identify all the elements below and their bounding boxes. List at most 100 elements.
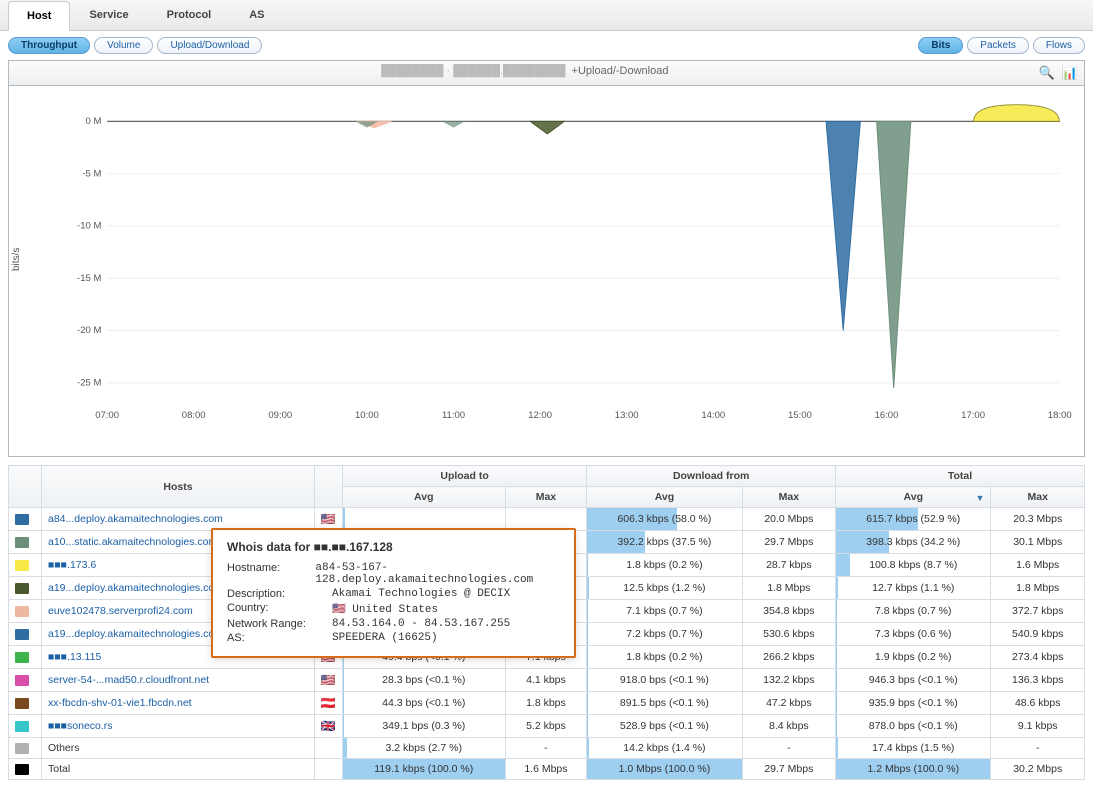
tab-protocol[interactable]: Protocol: [148, 0, 231, 30]
avg-cell: 1.9 kbps (0.2 %): [836, 646, 991, 669]
max-cell: 1.8 Mbps: [742, 577, 835, 600]
max-cell: 132.2 kbps: [742, 669, 835, 692]
avg-cell: 606.3 kbps (58.0 %): [587, 508, 742, 531]
max-cell: 372.7 kbps: [991, 600, 1085, 623]
max-cell: 47.2 kbps: [742, 692, 835, 715]
series-swatch: [15, 764, 29, 775]
avg-cell: 7.2 kbps (0.7 %): [587, 623, 742, 646]
avg-cell: 7.3 kbps (0.6 %): [836, 623, 991, 646]
whois-row: Network Range:84.53.164.0 - 84.53.167.25…: [227, 618, 560, 630]
avg-cell: 398.3 kbps (34.2 %): [836, 531, 991, 554]
max-cell: -: [991, 738, 1085, 759]
col-group: Total: [836, 466, 1085, 487]
max-cell: 9.1 kbps: [991, 715, 1085, 738]
pill-flows[interactable]: Flows: [1033, 37, 1085, 54]
stack-icon[interactable]: 📊: [1062, 65, 1078, 80]
zoom-icon[interactable]: 🔍: [1039, 65, 1055, 80]
col-avg[interactable]: Avg: [836, 487, 991, 508]
left-pill-group: ThroughputVolumeUpload/Download: [8, 37, 262, 54]
svg-text:12:00: 12:00: [528, 410, 552, 420]
pill-packets[interactable]: Packets: [967, 37, 1029, 54]
max-cell: 1.8 kbps: [505, 692, 587, 715]
table-row: ■■■soneco.rs 🇬🇧 349.1 bps (0.3 %) 5.2 kb…: [9, 715, 1085, 738]
avg-cell: 528.9 bps (<0.1 %): [587, 715, 742, 738]
pill-volume[interactable]: Volume: [94, 37, 153, 54]
top-tabs: HostServiceProtocolAS: [0, 0, 1093, 31]
svg-text:18:00: 18:00: [1048, 410, 1072, 420]
avg-cell: 946.3 bps (<0.1 %): [836, 669, 991, 692]
max-cell: 1.8 Mbps: [991, 577, 1085, 600]
max-cell: 273.4 kbps: [991, 646, 1085, 669]
host-link[interactable]: ■■■.13.115: [48, 651, 101, 663]
max-cell: -: [505, 738, 587, 759]
svg-text:17:00: 17:00: [961, 410, 985, 420]
col-avg[interactable]: Avg: [587, 487, 742, 508]
chart-title: ████████ · ██████.████████ +Upload/-Down…: [15, 65, 1035, 81]
host-link[interactable]: a19...deploy.akamaitechnologies.com: [48, 628, 223, 640]
col-avg[interactable]: Avg: [342, 487, 505, 508]
avg-cell: 1.8 kbps (0.2 %): [587, 554, 742, 577]
whois-title: Whois data for ■■.■■.167.128: [227, 540, 560, 554]
flag-cell: 🇬🇧: [314, 715, 342, 738]
avg-cell: 878.0 bps (<0.1 %): [836, 715, 991, 738]
avg-cell: 615.7 kbps (52.9 %): [836, 508, 991, 531]
host-link[interactable]: a10...static.akamaitechnologies.com: [48, 536, 217, 548]
chart-area[interactable]: bits/s 0 M-5 M-10 M-15 M-20 M-25 M07:000…: [9, 86, 1084, 456]
series-swatch: [15, 606, 29, 617]
table-row: Total 119.1 kbps (100.0 %) 1.6 Mbps 1.0 …: [9, 759, 1085, 780]
max-cell: 29.7 Mbps: [742, 759, 835, 780]
tab-service[interactable]: Service: [70, 0, 147, 30]
avg-cell: 100.8 kbps (8.7 %): [836, 554, 991, 577]
avg-cell: 392.2 kbps (37.5 %): [587, 531, 742, 554]
pill-upload-download[interactable]: Upload/Download: [157, 37, 262, 54]
col-max[interactable]: Max: [505, 487, 587, 508]
right-pill-group: BitsPacketsFlows: [918, 37, 1085, 54]
pill-throughput[interactable]: Throughput: [8, 37, 90, 54]
host-link[interactable]: euve102478.serverprofi24.com: [48, 605, 193, 617]
host-link[interactable]: a84...deploy.akamaitechnologies.com: [48, 513, 223, 525]
host-link[interactable]: ■■■.173.6: [48, 559, 96, 571]
avg-cell: 119.1 kbps (100.0 %): [342, 759, 505, 780]
avg-cell: 12.7 kbps (1.1 %): [836, 577, 991, 600]
avg-cell: 17.4 kbps (1.5 %): [836, 738, 991, 759]
avg-cell: 1.0 Mbps (100.0 %): [587, 759, 742, 780]
pill-bits[interactable]: Bits: [918, 37, 963, 54]
col-hosts[interactable]: Hosts: [42, 466, 315, 508]
col-max[interactable]: Max: [742, 487, 835, 508]
avg-cell: 1.8 kbps (0.2 %): [587, 646, 742, 669]
svg-text:-10 M: -10 M: [77, 221, 101, 231]
tab-as[interactable]: AS: [230, 0, 283, 30]
max-cell: 48.6 kbps: [991, 692, 1085, 715]
host-link[interactable]: ■■■soneco.rs: [48, 720, 113, 732]
avg-cell: 918.0 bps (<0.1 %): [587, 669, 742, 692]
host-link[interactable]: xx-fbcdn-shv-01-vie1.fbcdn.net: [48, 697, 192, 709]
series-swatch: [15, 652, 29, 663]
col-group: Upload to: [342, 466, 586, 487]
table-row: Others 3.2 kbps (2.7 %) - 14.2 kbps (1.4…: [9, 738, 1085, 759]
tab-host[interactable]: Host: [8, 1, 70, 31]
series-swatch: [15, 698, 29, 709]
svg-text:07:00: 07:00: [95, 410, 119, 420]
max-cell: 1.6 Mbps: [991, 554, 1085, 577]
avg-cell: 28.3 bps (<0.1 %): [342, 669, 505, 692]
max-cell: 30.1 Mbps: [991, 531, 1085, 554]
avg-cell: 44.3 bps (<0.1 %): [342, 692, 505, 715]
whois-row: Country:🇺🇸 United States: [227, 602, 560, 616]
max-cell: 5.2 kbps: [505, 715, 587, 738]
table-row: server-54-...mad50.r.cloudfront.net 🇺🇸 2…: [9, 669, 1085, 692]
col-max[interactable]: Max: [991, 487, 1085, 508]
max-cell: 540.9 kbps: [991, 623, 1085, 646]
svg-text:0 M: 0 M: [86, 116, 102, 126]
whois-tooltip: Whois data for ■■.■■.167.128 Hostname:a8…: [211, 528, 576, 658]
whois-row: Hostname:a84-53-167-128.deploy.akamaitec…: [227, 562, 560, 586]
series-swatch: [15, 629, 29, 640]
host-link[interactable]: server-54-...mad50.r.cloudfront.net: [48, 674, 209, 686]
max-cell: 20.0 Mbps: [742, 508, 835, 531]
flag-cell: 🇺🇸: [314, 669, 342, 692]
avg-cell: 12.5 kbps (1.2 %): [587, 577, 742, 600]
svg-text:09:00: 09:00: [268, 410, 292, 420]
host-link[interactable]: a19...deploy.akamaitechnologies.com: [48, 582, 223, 594]
series-swatch: [15, 743, 29, 754]
max-cell: 136.3 kbps: [991, 669, 1085, 692]
svg-text:-25 M: -25 M: [77, 378, 101, 388]
